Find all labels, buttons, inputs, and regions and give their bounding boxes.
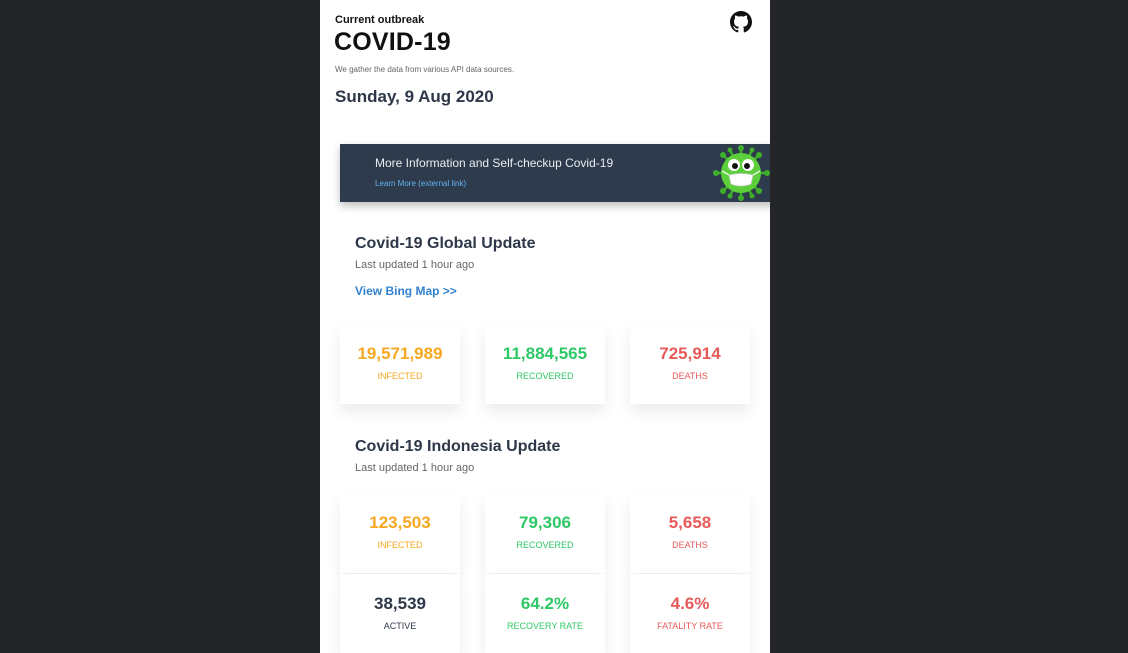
indonesia-infected-card: 123,503 INFECTED bbox=[340, 493, 460, 573]
indonesia-infected-value: 123,503 bbox=[369, 513, 431, 532]
global-section-title: Covid-19 Global Update bbox=[355, 235, 536, 252]
indonesia-deaths-card: 5,658 DEATHS bbox=[630, 493, 750, 573]
global-recovered-card: 11,884,565 RECOVERED bbox=[485, 324, 605, 404]
indonesia-deaths-label: DEATHS bbox=[672, 540, 708, 550]
indonesia-active-value: 38,539 bbox=[374, 594, 426, 613]
global-deaths-card: 725,914 DEATHS bbox=[630, 324, 750, 404]
indonesia-recovered-label: RECOVERED bbox=[516, 540, 574, 550]
indonesia-recovery-rate-value: 64.2% bbox=[520, 594, 570, 613]
page-title: COVID-19 bbox=[334, 28, 451, 56]
global-deaths-label: DEATHS bbox=[672, 371, 708, 381]
indonesia-active-card: 38,539 ACTIVE bbox=[340, 574, 460, 653]
page-panel: Current outbreak COVID-19 We gather the … bbox=[320, 0, 770, 653]
banner-learn-more-link[interactable]: Learn More (external link) bbox=[375, 179, 466, 188]
indonesia-recovered-card: 79,306 RECOVERED bbox=[485, 493, 605, 573]
banner-title: More Information and Self-checkup Covid-… bbox=[375, 156, 614, 170]
view-bing-map-link[interactable]: View Bing Map >> bbox=[355, 284, 457, 298]
info-banner[interactable]: More Information and Self-checkup Covid-… bbox=[340, 144, 770, 202]
global-recovered-label: RECOVERED bbox=[516, 371, 574, 381]
current-date: Sunday, 9 Aug 2020 bbox=[335, 87, 494, 106]
indonesia-recovery-rate-card: 64.2% RECOVERY RATE bbox=[485, 574, 605, 653]
indonesia-fatality-rate-value: 4.6% bbox=[670, 594, 710, 613]
global-infected-card: 19,571,989 INFECTED bbox=[340, 324, 460, 404]
indonesia-fatality-rate-label: FATALITY RATE bbox=[657, 621, 723, 631]
global-infected-value: 19,571,989 bbox=[357, 344, 443, 363]
global-recovered-value: 11,884,565 bbox=[502, 344, 588, 363]
indonesia-active-label: ACTIVE bbox=[383, 621, 417, 631]
indonesia-fatality-rate-card: 4.6% FATALITY RATE bbox=[630, 574, 750, 653]
global-deaths-value: 725,914 bbox=[659, 344, 721, 363]
global-infected-label: INFECTED bbox=[377, 371, 423, 381]
indonesia-recovery-rate-label: RECOVERY RATE bbox=[506, 621, 584, 631]
page-subtitle: We gather the data from various API data… bbox=[335, 65, 515, 74]
indonesia-last-updated: Last updated 1 hour ago bbox=[355, 462, 475, 474]
virus-mascot-icon bbox=[713, 145, 770, 201]
github-icon[interactable] bbox=[730, 11, 752, 33]
indonesia-deaths-value: 5,658 bbox=[668, 513, 712, 532]
eyebrow-label: Current outbreak bbox=[335, 14, 425, 26]
global-last-updated: Last updated 1 hour ago bbox=[355, 259, 475, 271]
indonesia-recovered-value: 79,306 bbox=[519, 513, 571, 532]
indonesia-infected-label: INFECTED bbox=[377, 540, 423, 550]
indonesia-section-title: Covid-19 Indonesia Update bbox=[355, 438, 561, 455]
